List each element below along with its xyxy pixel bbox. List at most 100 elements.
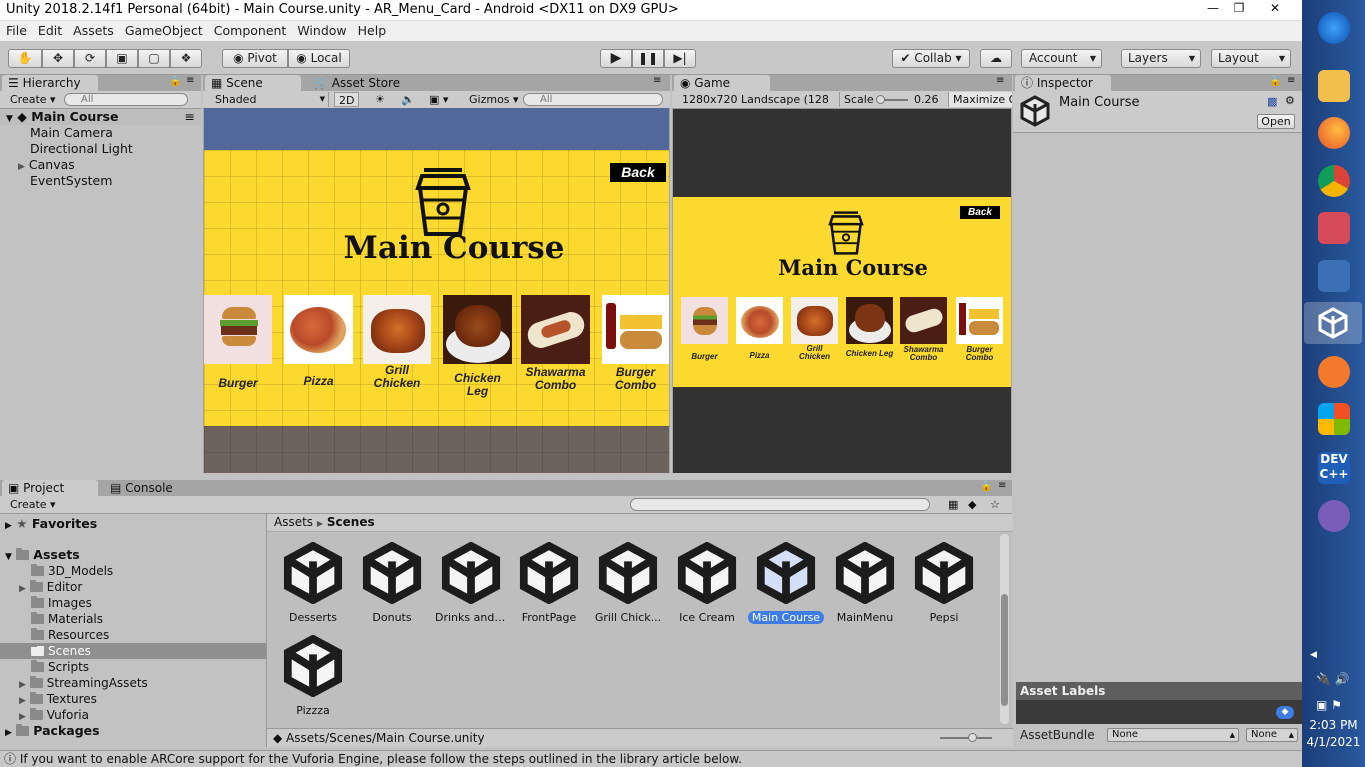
layers-dropdown[interactable]: Layers ▼ (1121, 49, 1201, 68)
expand-arrow-icon[interactable]: ▶ (18, 162, 25, 172)
blender-icon[interactable] (1318, 356, 1350, 388)
dev-cpp-icon[interactable]: DEV C++ (1318, 452, 1350, 484)
scene-asset[interactable]: Grill Chick... (590, 541, 666, 624)
lock-icon[interactable]: 🔒 (980, 481, 992, 492)
menu-assets[interactable]: Assets (67, 21, 119, 38)
scene-asset[interactable]: Desserts (275, 541, 351, 624)
hierarchy-create-button[interactable]: Create ▾ (6, 92, 60, 107)
chrome-icon[interactable] (1318, 165, 1350, 197)
icon-size-slider-thumb[interactable] (968, 733, 977, 742)
office-icon[interactable] (1318, 403, 1350, 435)
lock-icon[interactable]: 🔒 (1269, 76, 1281, 87)
tab-asset-store[interactable]: 🛒 Asset Store (307, 75, 406, 91)
snipping-tool-icon[interactable] (1318, 212, 1350, 244)
open-button[interactable]: Open (1257, 114, 1295, 129)
clock-time[interactable]: 2:03 PM (1302, 718, 1365, 732)
expand-arrow-icon[interactable]: ▶ (19, 584, 26, 594)
panel-menu-icon[interactable]: ≡ (1287, 75, 1295, 86)
tab-scene[interactable]: ▦ Scene (205, 75, 301, 91)
tray-icons-2[interactable]: ▣ ⚑ (1316, 698, 1342, 712)
variant-dropdown[interactable]: None ▲ (1246, 728, 1298, 742)
panel-menu-icon[interactable]: ≡ (998, 480, 1006, 491)
tab-hierarchy[interactable]: ☰ Hierarchy (2, 75, 98, 91)
folder-scripts[interactable]: Scripts (31, 659, 89, 675)
folder-scenes[interactable]: Scenes (0, 643, 266, 659)
tray-icons[interactable]: 🔌 🔊 (1316, 672, 1350, 686)
breadcrumb-scenes[interactable]: Scenes (327, 515, 375, 529)
hand-tool-icon[interactable]: ✋ (8, 49, 42, 68)
project-search-input[interactable] (630, 498, 930, 511)
scale-slider-thumb[interactable] (876, 95, 885, 104)
scene-asset[interactable]: Ice Cream (669, 541, 745, 624)
file-explorer-icon[interactable] (1318, 70, 1350, 102)
maximize-button[interactable]: ❐ (1224, 0, 1254, 18)
media-player-icon[interactable] (1318, 260, 1350, 292)
menu-edit[interactable]: Edit (32, 21, 67, 38)
transform-tool-icon[interactable]: ❖ (170, 49, 202, 68)
cloud-icon[interactable]: ☁ (980, 49, 1012, 68)
icon-size-slider[interactable] (940, 733, 992, 742)
hierarchy-item-directional-light[interactable]: Directional Light (30, 141, 133, 157)
menu-file[interactable]: File (0, 21, 32, 38)
hierarchy-scene-row[interactable]: ▼ ◆ Main Course ≡ (0, 109, 201, 125)
scene-viewport[interactable]: Back Main Course Burger Pizza Grill Chick… (204, 108, 669, 473)
local-button[interactable]: ◉ Local (288, 49, 350, 68)
filter-label-icon[interactable]: ◆ (964, 497, 980, 512)
pause-button[interactable]: ❚❚ (632, 49, 664, 68)
play-button[interactable]: ▶ (600, 49, 632, 68)
rect-tool-icon[interactable]: ▢ (138, 49, 170, 68)
hierarchy-item-main-camera[interactable]: Main Camera (30, 125, 113, 141)
menu-gameobject[interactable]: GameObject (119, 21, 208, 38)
expand-arrow-icon[interactable]: ▶ (19, 712, 26, 722)
hierarchy-item-canvas[interactable]: ▶ Canvas (18, 157, 75, 173)
audio-icon[interactable]: 🔈 (397, 92, 419, 107)
favorites-row[interactable]: ▶ ★ Favorites (5, 516, 97, 534)
menu-window[interactable]: Window (291, 21, 351, 38)
scene-asset[interactable]: FrontPage (511, 541, 587, 624)
scene-menu-icon[interactable]: ≡ (185, 109, 195, 125)
shading-dropdown[interactable]: Shaded ▼ (211, 92, 329, 107)
github-desktop-icon[interactable] (1318, 500, 1350, 532)
menu-component[interactable]: Component (208, 21, 292, 38)
panel-menu-icon[interactable]: ≡ (996, 75, 1004, 86)
scene-asset[interactable]: Main Course (748, 541, 824, 624)
start-button-icon[interactable] (1318, 12, 1350, 44)
expand-arrow-icon[interactable]: ▶ (19, 696, 26, 706)
rotate-tool-icon[interactable]: ⟳ (74, 49, 106, 68)
layout-dropdown[interactable]: Layout ▼ (1211, 49, 1291, 68)
folder-3d-models[interactable]: 3D_Models (31, 563, 113, 579)
show-hidden-icons[interactable]: ◀ (1310, 650, 1317, 660)
scene-search-input[interactable]: All (523, 93, 663, 106)
lighting-icon[interactable]: ☀ (371, 92, 389, 107)
collab-button[interactable]: ✔ Collab ▾ (892, 49, 970, 68)
favorite-star-icon[interactable]: ☆ (986, 497, 1004, 512)
folder-images[interactable]: Images (31, 595, 92, 611)
unity-taskbar-button[interactable] (1304, 302, 1362, 344)
scene-asset[interactable]: Donuts (354, 541, 430, 624)
gear-icon[interactable]: ⚙ (1285, 94, 1295, 107)
tab-project[interactable]: ▣ Project (2, 480, 98, 496)
assetbundle-dropdown[interactable]: None ▲ (1107, 728, 1239, 742)
tab-console[interactable]: ▤ Console (104, 480, 179, 496)
scene-asset[interactable]: MainMenu (827, 541, 903, 624)
help-icon[interactable]: ▩ (1267, 95, 1277, 108)
expand-arrow-icon[interactable]: ▶ (19, 680, 26, 690)
resolution-dropdown[interactable]: 1280x720 Landscape (128 (678, 92, 840, 107)
scale-slider-track[interactable] (876, 95, 908, 104)
clock-date[interactable]: 4/1/2021 (1302, 735, 1365, 749)
step-button[interactable]: ▶| (664, 49, 696, 68)
close-button[interactable]: ✕ (1260, 0, 1290, 18)
scene-asset[interactable]: Pepsi (906, 541, 982, 624)
scene-back-button[interactable]: Back (610, 163, 666, 182)
folder-materials[interactable]: Materials (31, 611, 103, 627)
hierarchy-search-input[interactable]: All (64, 93, 188, 106)
move-tool-icon[interactable]: ✥ (42, 49, 74, 68)
tab-inspector[interactable]: ⓘ Inspector (1015, 75, 1111, 91)
scene-asset[interactable]: Drinks and ... (433, 541, 509, 624)
hierarchy-item-eventsystem[interactable]: EventSystem (30, 173, 112, 189)
gizmos-dropdown[interactable]: Gizmos ▾ (465, 92, 523, 107)
filter-type-icon[interactable]: ▦ (944, 497, 962, 512)
game-back-button[interactable]: Back (960, 206, 1000, 219)
panel-menu-icon[interactable]: ≡ (186, 75, 194, 86)
image-effects-icon[interactable]: ▣ ▾ (425, 92, 452, 107)
